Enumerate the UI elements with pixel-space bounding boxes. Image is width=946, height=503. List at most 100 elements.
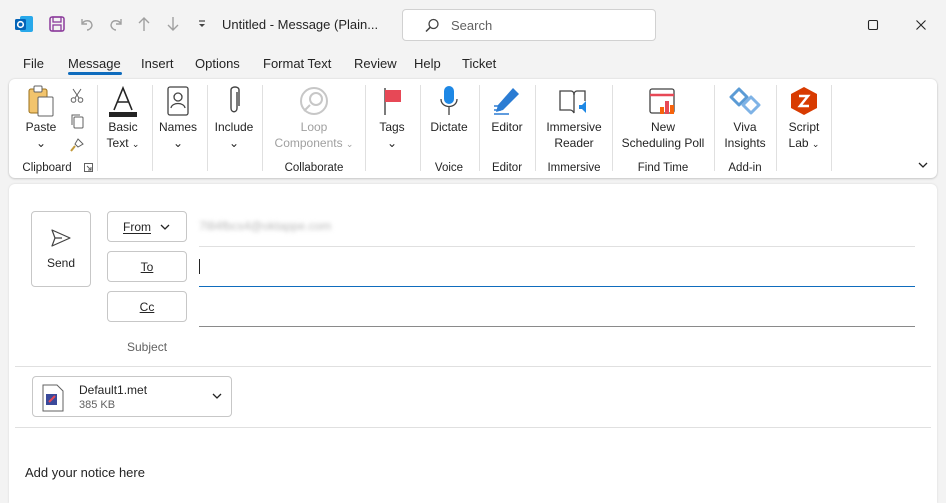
group-label-find-time: Find Time — [637, 162, 689, 174]
names-button[interactable]: Names ⌄ — [158, 83, 198, 151]
include-label: Include — [214, 120, 254, 134]
ribbon-expand-chevron-icon[interactable] — [913, 155, 933, 175]
separator — [365, 85, 366, 171]
immersive-reader-icon — [557, 83, 591, 119]
tab-insert[interactable]: Insert — [141, 56, 174, 71]
separator — [535, 85, 536, 171]
scheduling-poll-button[interactable]: New Scheduling Poll — [619, 83, 707, 151]
group-label-editor: Editor — [491, 162, 523, 174]
dialog-launcher-icon[interactable] — [81, 160, 95, 174]
address-book-icon — [165, 83, 191, 119]
format-painter-icon[interactable] — [67, 135, 87, 155]
arrow-down-icon[interactable] — [163, 14, 183, 34]
group-label-add-in: Add-in — [728, 162, 762, 174]
compose-pane: Send From 7l84fbcs4@oktappe.com To Cc Su… — [9, 184, 937, 503]
tab-file[interactable]: File — [23, 56, 44, 71]
loop-label-1: Loop — [300, 120, 328, 134]
separator — [152, 85, 153, 171]
loop-components-button[interactable]: Loop Components ⌄ — [271, 83, 357, 152]
immersive-reader-button[interactable]: Immersive Reader — [542, 83, 606, 151]
search-icon — [423, 17, 441, 38]
cut-icon[interactable] — [67, 86, 87, 106]
to-label: To — [140, 259, 154, 274]
basic-text-button[interactable]: Basic Text ⌄ — [103, 83, 143, 152]
to-input-underline[interactable] — [199, 286, 915, 287]
separator — [714, 85, 715, 171]
menu-bar: File Message Insert Options Format Text … — [0, 52, 946, 78]
microphone-icon — [437, 83, 461, 119]
message-body[interactable]: Add your notice here — [25, 465, 145, 480]
text-cursor — [199, 259, 200, 274]
attachment-card[interactable]: Default1.met 385 KB — [32, 376, 232, 417]
divider — [15, 366, 931, 367]
search-placeholder: Search — [451, 18, 493, 33]
search-input[interactable]: Search — [402, 9, 656, 41]
divider — [15, 427, 931, 428]
tab-ticket[interactable]: Ticket — [462, 56, 496, 71]
to-button[interactable]: To — [107, 251, 187, 282]
tab-format-text[interactable]: Format Text — [263, 56, 331, 71]
send-button[interactable]: Send — [31, 211, 91, 287]
separator — [97, 85, 98, 171]
maximize-icon[interactable] — [864, 16, 882, 34]
separator — [831, 85, 832, 171]
flag-icon — [380, 83, 404, 119]
close-icon[interactable] — [912, 16, 930, 34]
viva-label-1: Viva — [733, 120, 757, 134]
send-icon — [51, 229, 71, 247]
cc-input-underline[interactable] — [199, 326, 915, 327]
chevron-down-icon: ⌄ — [172, 136, 184, 150]
separator — [262, 85, 263, 171]
names-label: Names — [158, 120, 197, 134]
immersive-label-1: Immersive — [546, 120, 602, 134]
include-button[interactable]: Include ⌄ — [214, 83, 254, 151]
editor-button[interactable]: Editor — [487, 83, 527, 135]
script-label-1: Script — [788, 120, 820, 134]
group-label-clipboard: Clipboard — [22, 162, 72, 174]
tags-button[interactable]: Tags ⌄ — [372, 83, 412, 151]
copy-icon[interactable] — [67, 111, 87, 131]
editor-pen-icon — [491, 83, 523, 119]
from-label: From — [123, 219, 151, 234]
undo-icon[interactable] — [77, 14, 97, 34]
scheduling-label-1: New — [650, 120, 675, 134]
separator — [776, 85, 777, 171]
customize-toolbar-icon[interactable] — [192, 14, 212, 34]
file-icon — [40, 384, 66, 415]
separator — [479, 85, 480, 171]
ribbon: Paste ⌄ Clipboard Basic Text ⌄ Names ⌄ I… — [9, 79, 937, 178]
script-lab-button[interactable]: Script Lab ⌄ — [783, 83, 825, 152]
redo-icon[interactable] — [106, 14, 126, 34]
loop-icon — [298, 83, 330, 119]
script-label-2: Lab ⌄ — [788, 136, 820, 150]
tab-message[interactable]: Message — [68, 56, 121, 71]
immersive-label-2: Reader — [554, 136, 594, 150]
paste-button[interactable]: Paste ⌄ — [23, 83, 59, 151]
chevron-down-icon[interactable] — [211, 390, 223, 405]
from-button[interactable]: From — [107, 211, 187, 242]
cc-label: Cc — [139, 299, 155, 314]
separator — [612, 85, 613, 171]
tab-help[interactable]: Help — [414, 56, 441, 71]
save-icon[interactable] — [47, 14, 67, 34]
title-bar: Untitled - Message (Plain... Search — [0, 0, 946, 50]
window-title: Untitled - Message (Plain... — [222, 17, 379, 32]
dictate-label: Dictate — [430, 120, 468, 134]
from-address: 7l84fbcs4@oktappe.com — [199, 219, 332, 233]
viva-insights-button[interactable]: Viva Insights — [721, 83, 769, 151]
cc-button[interactable]: Cc — [107, 291, 187, 322]
paperclip-icon — [224, 83, 244, 119]
loop-label-2: Components ⌄ — [274, 136, 354, 150]
tab-review[interactable]: Review — [354, 56, 397, 71]
basic-text-label-1: Basic — [108, 120, 138, 134]
arrow-up-icon[interactable] — [134, 14, 154, 34]
dictate-button[interactable]: Dictate — [427, 83, 471, 135]
calendar-poll-icon — [647, 83, 679, 119]
scheduling-label-2: Scheduling Poll — [621, 136, 705, 150]
paste-icon — [25, 83, 57, 119]
subject-label: Subject — [127, 340, 168, 354]
viva-label-2: Insights — [724, 136, 766, 150]
tab-options[interactable]: Options — [195, 56, 240, 71]
divider — [199, 246, 915, 247]
viva-insights-icon — [729, 83, 761, 119]
